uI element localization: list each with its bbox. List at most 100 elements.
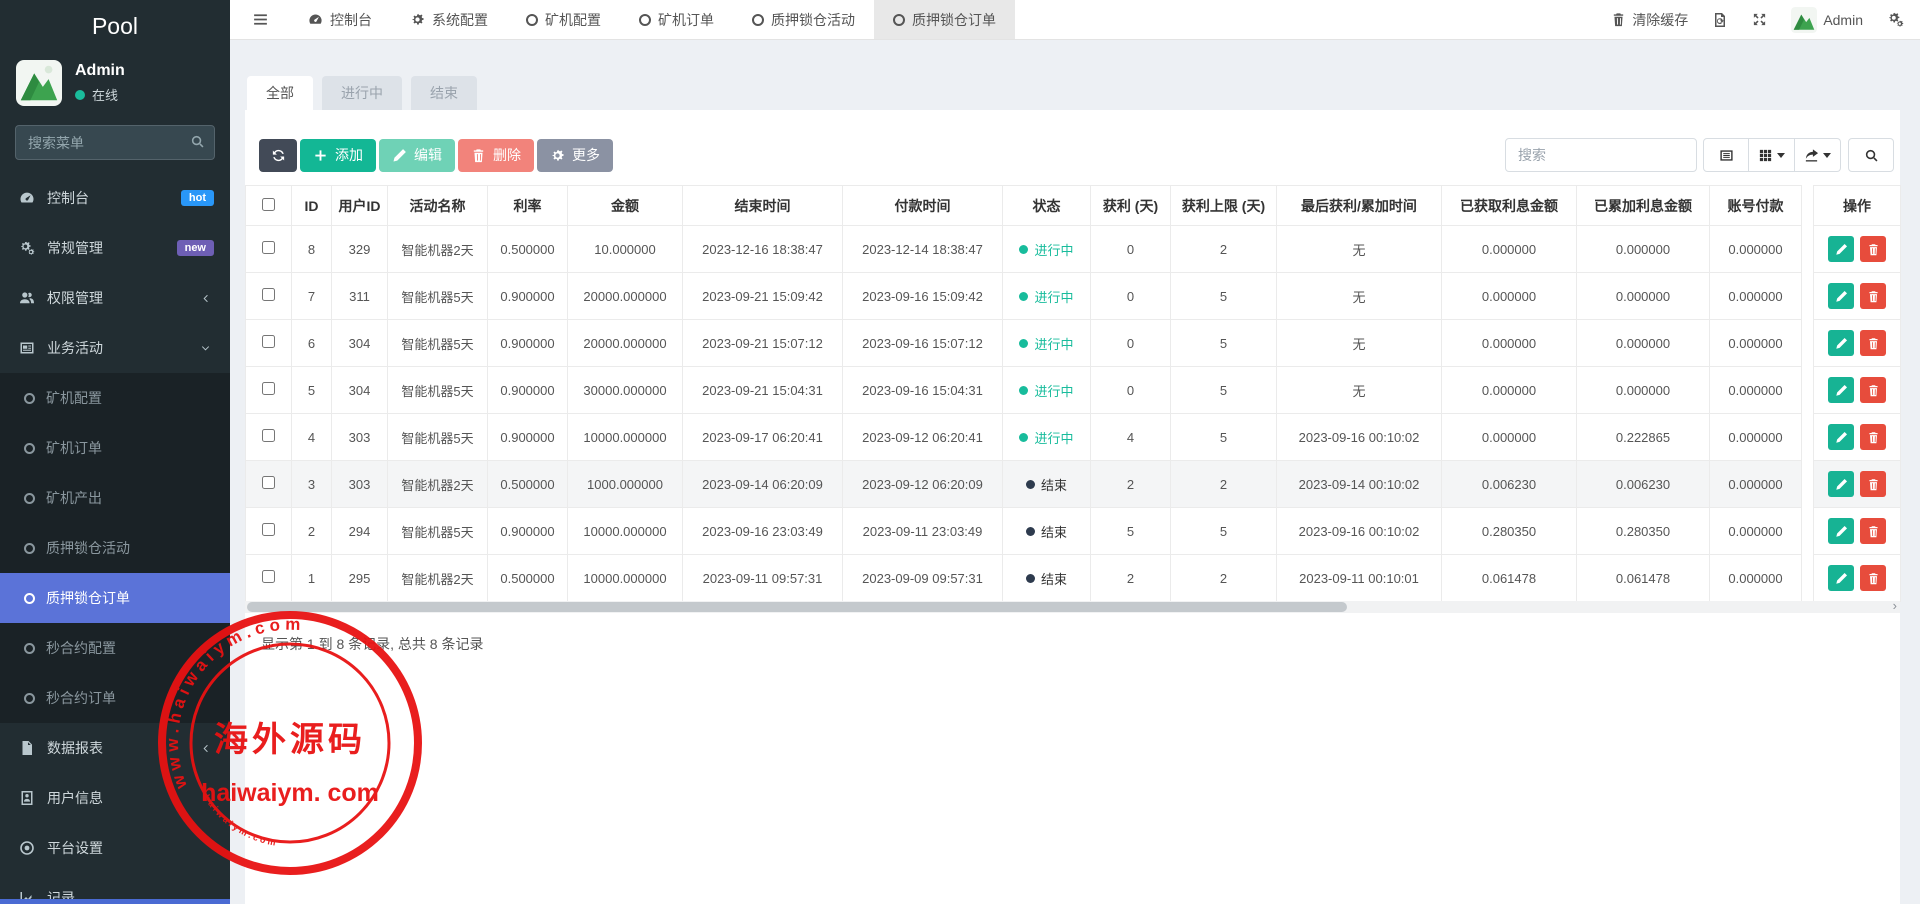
select-all-checkbox[interactable] [262,198,275,211]
row-edit-button[interactable] [1828,330,1854,356]
column-header-用户ID[interactable]: 用户ID [332,186,388,226]
row-delete-button[interactable] [1860,283,1886,309]
sidebar-item-label: 业务活动 [47,338,185,358]
more-button[interactable]: 更多 [537,139,613,172]
column-header-付款时间[interactable]: 付款时间 [843,186,1003,226]
edit-button[interactable]: 编辑 [379,139,455,172]
filter-tab-全部[interactable]: 全部 [247,76,313,110]
cell-profit_days: 0 [1091,367,1171,414]
column-header-活动名称[interactable]: 活动名称 [388,186,488,226]
sidebar-item-权限管理[interactable]: 权限管理 [0,273,230,323]
trash-icon [1867,290,1880,303]
filter-tab-结束[interactable]: 结束 [411,76,477,110]
sidebar-item-矿机订单[interactable]: 矿机订单 [0,423,230,473]
row-delete-button[interactable] [1860,330,1886,356]
row-checkbox[interactable] [262,241,275,254]
row-delete-button[interactable] [1860,518,1886,544]
sidebar-item-数据报表[interactable]: 数据报表 [0,723,230,773]
advanced-search-button[interactable] [1848,138,1894,172]
export-button[interactable] [1795,138,1841,172]
fullscreen-icon[interactable] [1752,12,1767,27]
circle-icon [24,543,35,554]
avatar [1791,7,1817,33]
row-delete-button[interactable] [1860,236,1886,262]
column-header-账号付款[interactable]: 账号付款 [1710,186,1802,226]
table-search-input[interactable] [1505,138,1697,172]
sidebar-item-常规管理[interactable]: 常规管理new [0,223,230,273]
sidebar-item-质押锁仓活动[interactable]: 质押锁仓活动 [0,523,230,573]
hamburger-menu-icon[interactable] [230,0,289,39]
row-select-cell [246,367,292,414]
address-book-icon [18,790,36,806]
row-checkbox[interactable] [262,476,275,489]
sidebar-item-用户信息[interactable]: 用户信息 [0,773,230,823]
nav-tab-质押锁仓活动[interactable]: 质押锁仓活动 [733,0,874,39]
settings-cogs-icon[interactable] [1887,11,1904,28]
refresh-page-icon[interactable] [1712,12,1728,28]
user-menu[interactable]: Admin [1791,7,1863,33]
delete-button[interactable]: 删除 [458,139,534,172]
refresh-button[interactable] [259,139,297,172]
column-header-状态[interactable]: 状态 [1003,186,1091,226]
row-edit-button[interactable] [1828,518,1854,544]
row-delete-button[interactable] [1860,565,1886,591]
sidebar-item-质押锁仓订单[interactable]: 质押锁仓订单 [0,573,230,623]
row-edit-button[interactable] [1828,283,1854,309]
column-header-金额[interactable]: 金额 [568,186,683,226]
row-edit-button[interactable] [1828,565,1854,591]
column-header-利率[interactable]: 利率 [488,186,568,226]
column-header-最后获利/累加时间[interactable]: 最后获利/累加时间 [1277,186,1442,226]
scroll-right-arrow-icon[interactable]: › [1893,598,1897,613]
row-checkbox[interactable] [262,570,275,583]
column-header-获利 (天)[interactable]: 获利 (天) [1091,186,1171,226]
sidebar-item-平台设置[interactable]: 平台设置 [0,823,230,873]
row-delete-button[interactable] [1860,424,1886,450]
add-button[interactable]: 添加 [300,139,376,172]
nav-tab-矿机订单[interactable]: 矿机订单 [620,0,733,39]
column-header-获利上限 (天)[interactable]: 获利上限 (天) [1171,186,1277,226]
row-edit-button[interactable] [1828,471,1854,497]
columns-button[interactable] [1749,138,1795,172]
sidebar-item-秒合约订单[interactable]: 秒合约订单 [0,673,230,723]
scrollbar-thumb[interactable] [247,602,1347,612]
sidebar-item-矿机配置[interactable]: 矿机配置 [0,373,230,423]
row-edit-button[interactable] [1828,377,1854,403]
sidebar-item-秒合约配置[interactable]: 秒合约配置 [0,623,230,673]
clear-cache-button[interactable]: 清除缓存 [1611,10,1688,30]
row-delete-button[interactable] [1860,377,1886,403]
sidebar-item-label: 常规管理 [47,238,166,258]
sidebar-search-input[interactable] [15,125,215,160]
column-header-ID[interactable]: ID [292,186,332,226]
row-edit-button[interactable] [1828,236,1854,262]
sidebar-item-label: 控制台 [47,188,170,208]
status-badge: 结束 [1026,475,1067,494]
row-checkbox[interactable] [262,429,275,442]
nav-tab-控制台[interactable]: 控制台 [289,0,391,39]
row-checkbox[interactable] [262,288,275,301]
nav-tab-质押锁仓订单[interactable]: 质押锁仓订单 [874,0,1015,39]
nav-tab-系统配置[interactable]: 系统配置 [391,0,507,39]
cell-profit_days: 2 [1091,461,1171,508]
row-delete-button[interactable] [1860,471,1886,497]
circle-icon [526,14,538,26]
circle-icon [893,14,905,26]
column-header-结束时间[interactable]: 结束时间 [683,186,843,226]
top-user-name: Admin [1823,12,1863,28]
sidebar-item-业务活动[interactable]: 业务活动 [0,323,230,373]
row-checkbox[interactable] [262,523,275,536]
row-edit-button[interactable] [1828,424,1854,450]
row-checkbox[interactable] [262,382,275,395]
cell-rate: 0.900000 [488,508,568,555]
nav-tab-label: 质押锁仓订单 [912,10,996,30]
sidebar-item-控制台[interactable]: 控制台hot [0,173,230,223]
detail-view-button[interactable] [1703,138,1749,172]
column-header-操作[interactable]: 操作 [1814,186,1901,226]
column-header-已累加利息金额[interactable]: 已累加利息金额 [1577,186,1710,226]
sidebar-item-矿机产出[interactable]: 矿机产出 [0,473,230,523]
horizontal-scrollbar[interactable]: › [245,601,1900,613]
column-header-已获取利息金额[interactable]: 已获取利息金额 [1442,186,1577,226]
filter-tab-进行中[interactable]: 进行中 [322,76,402,110]
row-checkbox[interactable] [262,335,275,348]
nav-tab-矿机配置[interactable]: 矿机配置 [507,0,620,39]
cell-pay_time: 2023-12-14 18:38:47 [843,226,1003,273]
